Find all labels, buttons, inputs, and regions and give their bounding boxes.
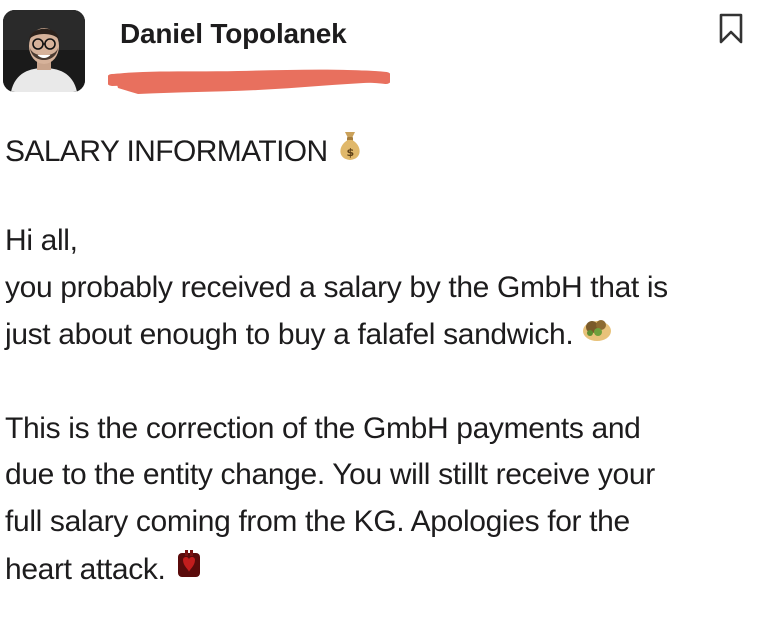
anatomical-heart-icon (174, 548, 204, 588)
body-line: This is the correction of the GmbH payme… (5, 412, 641, 445)
body-line-text: heart attack. (5, 552, 166, 586)
redaction-scribble (108, 69, 390, 94)
avatar-photo (3, 10, 85, 92)
falafel-icon (581, 315, 613, 351)
author-name[interactable]: Daniel Topolanek (120, 18, 347, 50)
body-line: you probably received a salary by the Gm… (5, 271, 668, 304)
svg-text:$: $ (346, 146, 353, 159)
bookmark-icon[interactable] (716, 10, 746, 46)
body-line-text: just about enough to buy a falafel sandw… (5, 318, 574, 351)
body-line-greeting: Hi all, (5, 224, 78, 257)
message-subject: SALARY INFORMATION $ (5, 132, 364, 174)
message-post: Daniel Topolanek SALARY INFORMATION $ Hi… (0, 0, 774, 634)
body-line: full salary coming from the KG. Apologie… (5, 505, 630, 538)
body-line: heart attack. (5, 548, 204, 591)
money-bag-icon: $ (336, 129, 364, 171)
subject-text: SALARY INFORMATION (5, 134, 328, 168)
avatar[interactable] (3, 10, 85, 92)
body-line: just about enough to buy a falafel sandw… (5, 318, 613, 354)
body-line: due to the entity change. You will still… (5, 458, 655, 491)
